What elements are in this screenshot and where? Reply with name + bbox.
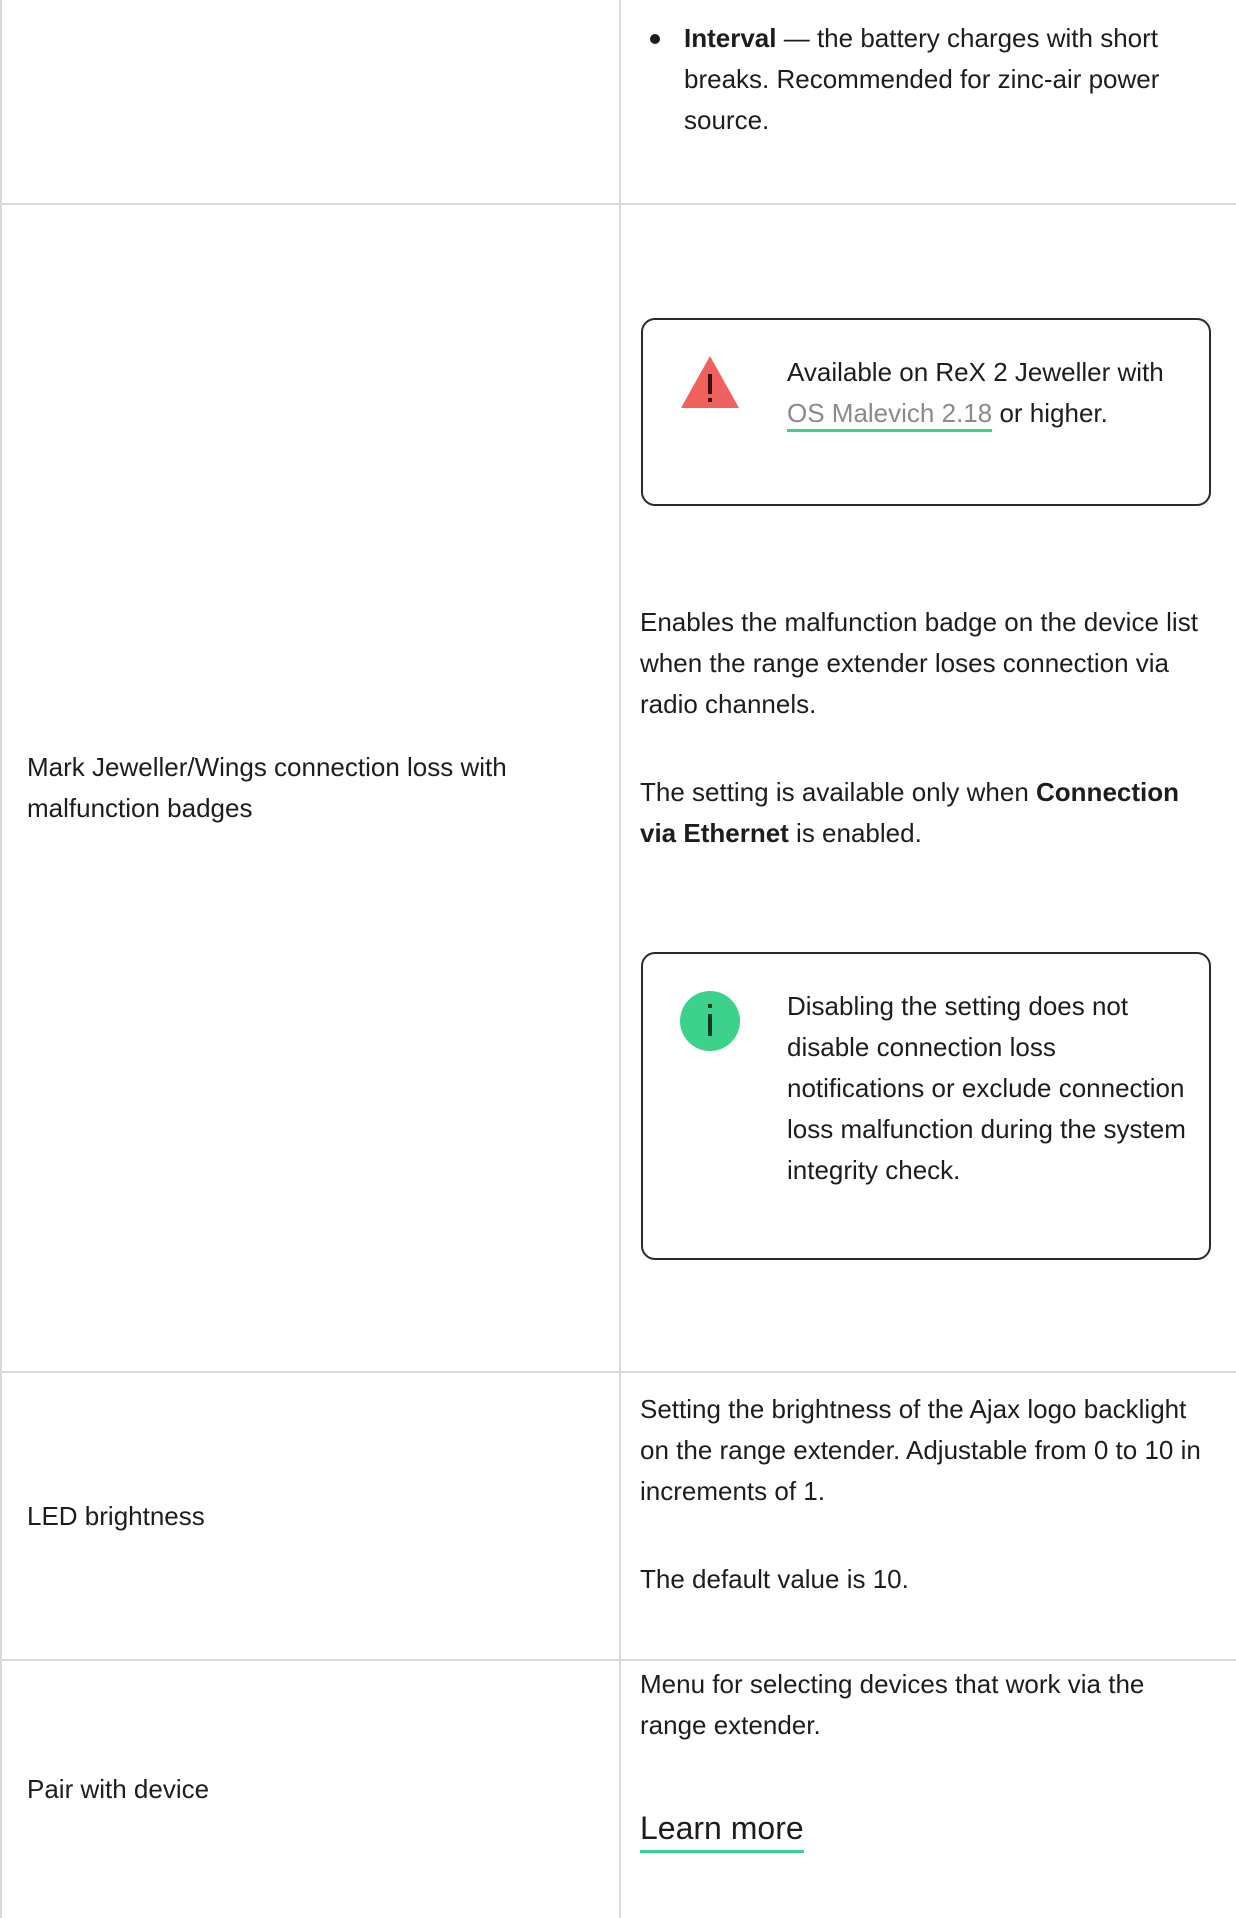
- description-paragraph: The default value is 10.: [640, 1564, 909, 1594]
- row-label-text: LED brightness: [27, 1500, 205, 1531]
- row-label-text: Pair with device: [27, 1774, 210, 1804]
- row-label-text: Mark Jeweller/Wings connection loss with…: [27, 752, 507, 823]
- description-paragraph: The setting is available only when Conne…: [640, 772, 1210, 854]
- row-description-led-brightness: Setting the brightness of the Ajax logo …: [640, 1389, 1210, 1512]
- warning-callout: Available on ReX 2 Jeweller with OS Male…: [641, 318, 1211, 506]
- learn-more-link[interactable]: Learn more: [640, 1808, 804, 1853]
- warning-text-after: or higher.: [992, 398, 1108, 428]
- row-description-mark-connection-loss: Enables the malfunction badge on the dev…: [640, 602, 1210, 725]
- warning-triangle-icon: [679, 354, 741, 422]
- description-paragraph: Setting the brightness of the Ajax logo …: [640, 1394, 1201, 1506]
- warning-callout-text: Available on ReX 2 Jeweller with OS Male…: [787, 352, 1187, 434]
- description-paragraph: Enables the malfunction badge on the dev…: [640, 607, 1198, 719]
- availability-text-before: The setting is available only when: [640, 777, 1037, 807]
- row-label-led-brightness: LED brightness: [27, 1373, 587, 1659]
- row-description-led-default: The default value is 10.: [640, 1559, 1210, 1600]
- info-callout: Disabling the setting does not disable c…: [641, 952, 1211, 1260]
- info-circle-icon: [679, 990, 741, 1064]
- availability-text-after: is enabled.: [788, 818, 922, 848]
- warning-text-before: Available on ReX 2 Jeweller with: [787, 357, 1164, 387]
- row-description-pair-with-device: Menu for selecting devices that work via…: [640, 1664, 1210, 1746]
- bullet-term: Interval: [684, 23, 777, 53]
- row-description-availability: The setting is available only when Conne…: [640, 772, 1210, 854]
- table-column-divider: [619, 0, 621, 1918]
- row-label-pair-with-device: Pair with device: [27, 1661, 587, 1918]
- row-label-mark-connection-loss: Mark Jeweller/Wings connection loss with…: [27, 205, 587, 1371]
- bullet-dot: [650, 34, 660, 44]
- os-malevich-link[interactable]: OS Malevich 2.18: [787, 398, 993, 432]
- bullet-item-interval: Interval — the battery charges with shor…: [684, 18, 1204, 141]
- info-callout-text: Disabling the setting does not disable c…: [787, 991, 1186, 1185]
- settings-table: Interval — the battery charges with shor…: [0, 0, 1236, 1918]
- description-paragraph: Menu for selecting devices that work via…: [640, 1669, 1145, 1740]
- table-left-border: [0, 0, 2, 1918]
